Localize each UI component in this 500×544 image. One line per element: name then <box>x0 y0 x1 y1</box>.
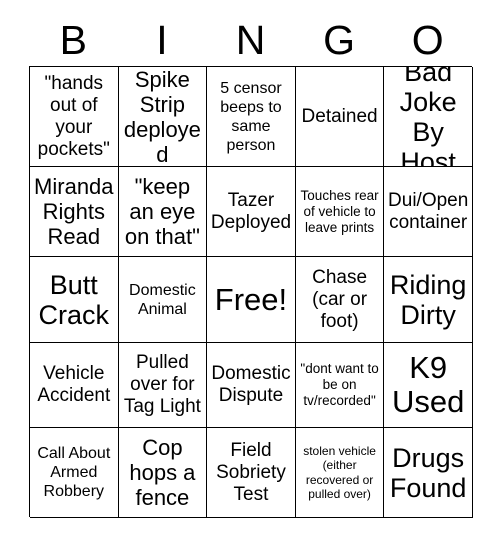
bingo-cell[interactable]: "hands out of your pockets" <box>30 67 119 167</box>
bingo-cell-label: Spike Strip deployed <box>123 67 201 167</box>
bingo-cell[interactable]: 5 censor beeps to same person <box>207 67 296 167</box>
header-letter-n: N <box>235 17 266 63</box>
bingo-cell-label: Domestic Dispute <box>211 363 291 406</box>
bingo-cell-label: Butt Crack <box>38 269 110 330</box>
bingo-cell[interactable]: "keep an eye on that" <box>118 167 208 257</box>
header-letter-g: G <box>323 17 356 63</box>
bingo-cell-label: K9 Used <box>391 350 465 419</box>
bingo-cell[interactable]: Dui/Open container <box>384 167 473 257</box>
bingo-cell[interactable]: Miranda Rights Read <box>30 167 119 257</box>
bingo-cell-label: Miranda Rights Read <box>34 174 114 249</box>
bingo-cell-label: Vehicle Accident <box>37 363 111 406</box>
bingo-cell[interactable]: Pulled over for Tag Light <box>118 343 208 428</box>
bingo-cell[interactable]: Domestic Animal <box>118 257 208 343</box>
bingo-cell[interactable]: Spike Strip deployed <box>118 67 208 167</box>
bingo-cell[interactable]: "dont want to be on tv/recorded" <box>295 343 385 428</box>
bingo-cell[interactable]: Tazer Deployed <box>207 167 296 257</box>
bingo-cell-label: Domestic Animal <box>129 281 196 318</box>
header-letter-b: B <box>59 17 87 63</box>
bingo-cell[interactable]: Bad Joke By Host <box>384 67 473 167</box>
bingo-cell[interactable]: Butt Crack <box>30 257 119 343</box>
bingo-cell[interactable]: K9 Used <box>384 343 473 428</box>
bingo-cell-label: Riding Dirty <box>389 269 467 330</box>
bingo-cell-label: "keep an eye on that" <box>124 174 200 249</box>
header-letter-o: O <box>411 17 444 63</box>
bingo-cell-label: Field Sobriety Test <box>216 439 286 505</box>
bingo-cell[interactable]: Field Sobriety Test <box>207 428 296 518</box>
bingo-cell-label: Touches rear of vehicle to leave prints <box>300 187 379 235</box>
bingo-card: B I N G O "hands out of your pockets" Spi… <box>0 0 500 544</box>
header-letter-i: I <box>156 17 168 63</box>
bingo-cell[interactable]: Detained <box>295 67 385 167</box>
bingo-cell[interactable]: Drugs Found <box>384 428 473 518</box>
bingo-cell[interactable]: Chase (car or foot) <box>295 257 385 343</box>
bingo-cell[interactable]: Touches rear of vehicle to leave prints <box>295 167 385 257</box>
bingo-cell-label: Bad Joke By Host <box>399 67 457 167</box>
bingo-cell[interactable]: Cop hops a fence <box>118 428 208 518</box>
bingo-cell[interactable]: Call About Armed Robbery <box>30 428 119 518</box>
bingo-cell-free-space[interactable]: Free! <box>207 257 296 343</box>
bingo-cell-label: Tazer Deployed <box>210 189 292 233</box>
bingo-cell-label: Pulled over for Tag Light <box>123 352 201 417</box>
bingo-cell-label: Dui/Open container <box>388 189 469 233</box>
bingo-cell-label: Chase (car or foot) <box>312 266 368 332</box>
bingo-cell-label: "hands out of your pockets" <box>37 72 110 160</box>
bingo-cell-label: "dont want to be on tv/recorded" <box>300 361 379 408</box>
bingo-cell-label: Detained <box>301 105 378 127</box>
bingo-cell-label: Drugs Found <box>389 442 467 503</box>
bingo-cell-label: Free! <box>214 281 288 317</box>
bingo-grid: "hands out of your pockets" Spike Strip d… <box>29 66 473 518</box>
bingo-cell[interactable]: Domestic Dispute <box>207 343 296 428</box>
bingo-cell[interactable]: Vehicle Accident <box>30 343 119 428</box>
bingo-cell[interactable]: Riding Dirty <box>384 257 473 343</box>
bingo-cell-label: Call About Armed Robbery <box>37 445 111 500</box>
bingo-header-row: B I N G O <box>29 14 472 66</box>
bingo-cell[interactable]: stolen vehicle (either recovered or pull… <box>295 428 385 518</box>
bingo-cell-label: Cop hops a fence <box>129 435 196 510</box>
bingo-cell-label: 5 censor beeps to same person <box>220 79 282 154</box>
bingo-cell-label: stolen vehicle (either recovered or pull… <box>303 443 376 502</box>
